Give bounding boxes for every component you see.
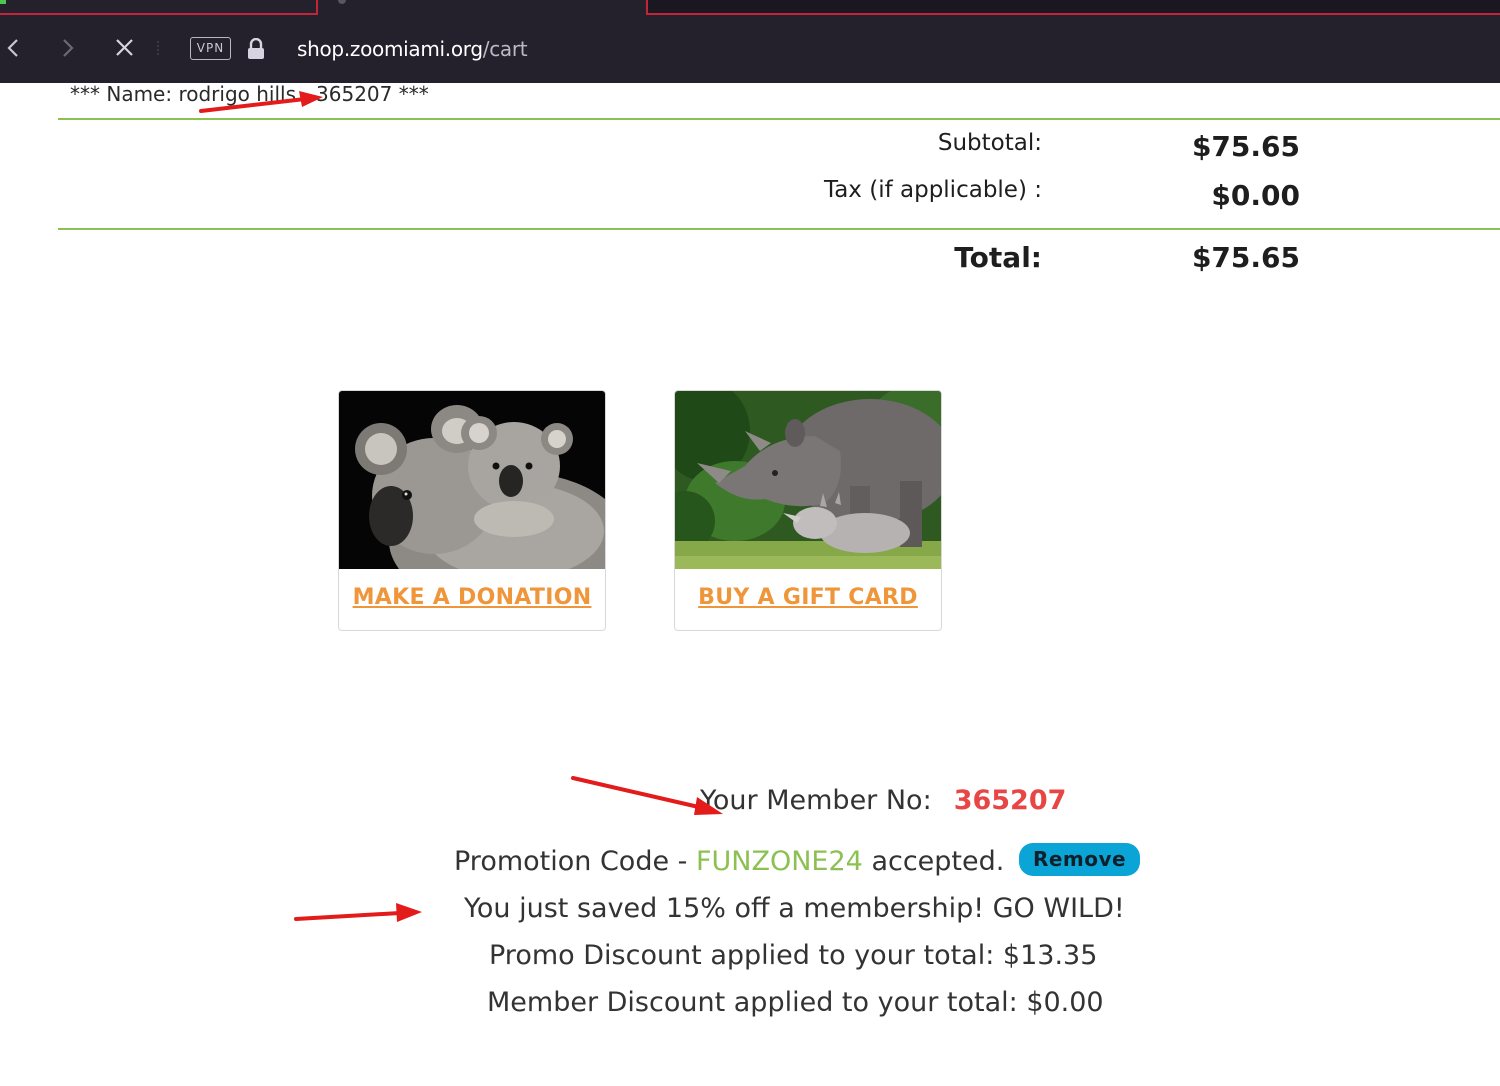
- annotation-arrow-saved: [294, 903, 422, 922]
- close-icon: [116, 39, 133, 56]
- tab-strip: [0, 0, 1500, 15]
- koala-image: [339, 391, 605, 569]
- member-name-line: *** Name: rodrigo hills 365207 ***: [70, 82, 429, 106]
- promo-suffix: accepted.: [862, 846, 1005, 877]
- donation-card[interactable]: MAKE A DONATION: [338, 390, 606, 631]
- divider-top: [58, 118, 1500, 120]
- member-name-text: *** Name: rodrigo hills: [70, 82, 297, 106]
- address-bar[interactable]: shop.zoomiami.org/cart: [297, 37, 528, 61]
- subtotal-label: Subtotal:: [937, 130, 1042, 156]
- stop-loading-button[interactable]: [110, 33, 140, 63]
- member-discount-line: Member Discount applied to your total: $…: [487, 987, 1104, 1018]
- lock-icon[interactable]: [247, 37, 265, 60]
- rhino-image: [675, 391, 941, 569]
- gift-card-card[interactable]: BUY A GIFT CARD: [674, 390, 942, 631]
- total-label: Total:: [954, 241, 1042, 274]
- buy-gift-card-link[interactable]: BUY A GIFT CARD: [675, 585, 941, 610]
- padlock-icon: [248, 37, 264, 59]
- saved-message: You just saved 15% off a membership! GO …: [464, 893, 1125, 924]
- koala-photo[interactable]: [339, 391, 605, 569]
- browser-tab-1[interactable]: [0, 0, 318, 15]
- browser-tab-2-active[interactable]: [318, 0, 646, 15]
- total-value: $75.65: [1191, 241, 1300, 274]
- forward-button[interactable]: [54, 33, 84, 63]
- promo-code: FUNZONE24: [696, 846, 863, 877]
- tab-loading-icon: [338, 0, 346, 4]
- member-name-number: 365207 ***: [316, 82, 429, 106]
- back-button[interactable]: [0, 33, 30, 63]
- member-number-label: Your Member No:: [700, 785, 932, 816]
- promo-discount-line: Promo Discount applied to your total: $1…: [489, 940, 1098, 971]
- url-host: shop.zoomiami.org: [297, 37, 483, 61]
- browser-tab-3[interactable]: [646, 0, 1500, 15]
- make-donation-link[interactable]: MAKE A DONATION: [339, 585, 605, 610]
- divider-bottom: [58, 228, 1500, 230]
- browser-chrome: VPN shop.zoomiami.org/cart: [0, 0, 1500, 83]
- url-path: /cart: [482, 37, 528, 61]
- tax-value: $0.00: [1211, 179, 1300, 212]
- promo-code-line: Promotion Code - FUNZONE24 accepted. Rem…: [454, 843, 1141, 877]
- chevron-right-icon: [63, 39, 74, 57]
- member-number-line: Your Member No: 365207: [700, 785, 1066, 816]
- browser-toolbar: VPN shop.zoomiami.org/cart: [0, 15, 1500, 83]
- subtotal-value: $75.65: [1191, 130, 1300, 163]
- promo-prefix: Promotion Code -: [454, 846, 696, 877]
- tab-favicon: [0, 0, 6, 4]
- toolbar-divider: [157, 41, 159, 55]
- member-number-value: 365207: [953, 785, 1067, 816]
- chevron-left-icon: [7, 39, 18, 57]
- rhino-photo[interactable]: [675, 391, 941, 569]
- tax-label: Tax (if applicable) :: [823, 177, 1042, 203]
- remove-promo-button[interactable]: Remove: [1018, 843, 1141, 876]
- vpn-badge[interactable]: VPN: [190, 37, 231, 60]
